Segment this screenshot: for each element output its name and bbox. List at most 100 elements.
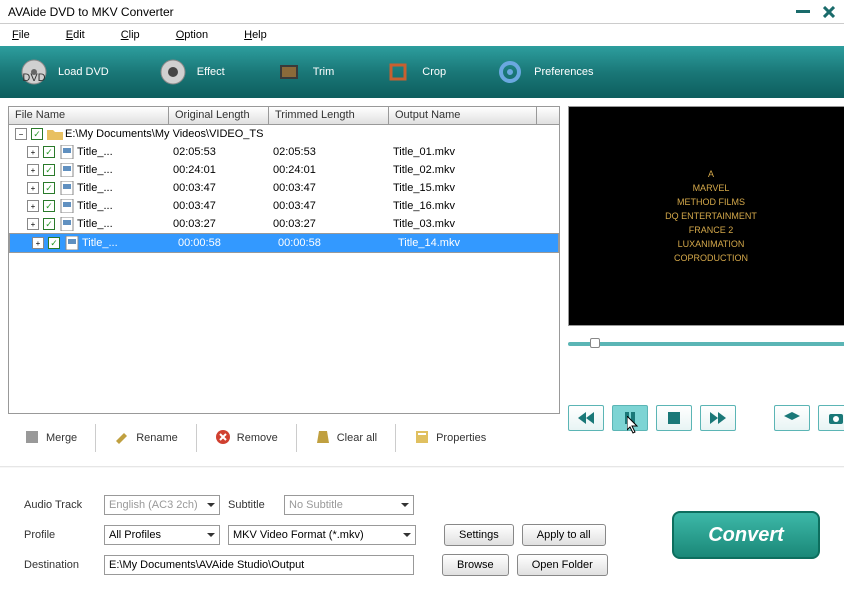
effect-button[interactable]: Effect <box>159 58 225 86</box>
output-name: Title_16.mkv <box>389 200 537 212</box>
action-bar: Merge Rename Remove Clear all Properties <box>8 422 560 454</box>
menu-file[interactable]: File <box>12 29 30 41</box>
orig-length: 02:05:53 <box>169 146 269 158</box>
file-grid: File Name Original Length Trimmed Length… <box>8 106 560 414</box>
col-filename[interactable]: File Name <box>9 107 169 124</box>
bottom-panel: Audio Track English (AC3 2ch) Subtitle N… <box>0 478 844 592</box>
audio-track-label: Audio Track <box>24 499 96 511</box>
file-row[interactable]: +✓Title_...00:03:2700:03:27Title_03.mkv <box>9 215 559 233</box>
profile-category-select[interactable]: All Profiles <box>104 525 220 545</box>
titlebar: AVAide DVD to MKV Converter <box>0 0 844 24</box>
effect-label: Effect <box>197 66 225 78</box>
action-label: Remove <box>237 432 278 444</box>
close-icon[interactable] <box>822 5 836 19</box>
file-row[interactable]: +✓Title_...00:00:5800:00:58Title_14.mkv <box>9 233 559 253</box>
seek-slider[interactable] <box>568 336 844 352</box>
load-dvd-label: Load DVD <box>58 66 109 78</box>
trim-button[interactable]: Trim <box>275 58 335 86</box>
profile-label: Profile <box>24 529 96 541</box>
video-file-icon <box>59 216 75 232</box>
open-folder-button[interactable]: Open Folder <box>517 554 608 576</box>
expand-icon[interactable]: + <box>27 218 39 230</box>
output-name: Title_01.mkv <box>389 146 537 158</box>
expand-icon[interactable]: + <box>27 200 39 212</box>
minimize-icon[interactable] <box>796 5 810 19</box>
crop-label: Crop <box>422 66 446 78</box>
profile-format-select[interactable]: MKV Video Format (*.mkv) <box>228 525 416 545</box>
checkbox[interactable]: ✓ <box>43 182 55 194</box>
convert-button[interactable]: Convert <box>672 511 820 559</box>
browse-button[interactable]: Browse <box>442 554 509 576</box>
next-button[interactable] <box>700 405 736 431</box>
rename-icon <box>114 429 130 448</box>
video-file-icon <box>59 162 75 178</box>
clear-button[interactable]: Clear all <box>301 425 391 452</box>
file-row[interactable]: +✓Title_...00:24:0100:24:01Title_02.mkv <box>9 161 559 179</box>
checkbox[interactable]: ✓ <box>43 146 55 158</box>
trim-icon <box>275 58 303 86</box>
preview-pane: AMARVELMETHOD FILMSDQ ENTERTAINMENTFRANC… <box>568 106 844 326</box>
folder-path: E:\My Documents\My Videos\VIDEO_TS <box>65 128 263 140</box>
checkbox[interactable]: ✓ <box>43 218 55 230</box>
merge-button[interactable]: Merge <box>10 425 91 452</box>
output-name: Title_14.mkv <box>394 237 542 249</box>
video-file-icon <box>64 235 80 251</box>
svg-text:DVD: DVD <box>22 72 45 84</box>
folder-row[interactable]: −✓ E:\My Documents\My Videos\VIDEO_TS <box>9 125 559 143</box>
checkbox[interactable]: ✓ <box>48 237 60 249</box>
preferences-button[interactable]: Preferences <box>496 58 593 86</box>
menu-clip[interactable]: Clip <box>121 29 140 41</box>
expand-icon[interactable]: + <box>27 164 39 176</box>
apply-to-all-button[interactable]: Apply to all <box>522 524 606 546</box>
action-label: Merge <box>46 432 77 444</box>
expand-icon[interactable]: + <box>27 182 39 194</box>
action-label: Rename <box>136 432 178 444</box>
trim-label: Trim <box>313 66 335 78</box>
file-row[interactable]: +✓Title_...00:03:4700:03:47Title_15.mkv <box>9 179 559 197</box>
checkbox[interactable]: ✓ <box>31 128 43 140</box>
destination-input[interactable] <box>104 555 414 575</box>
orig-length: 00:24:01 <box>169 164 269 176</box>
checkbox[interactable]: ✓ <box>43 164 55 176</box>
file-name: Title_... <box>77 182 113 194</box>
rename-button[interactable]: Rename <box>100 425 192 452</box>
trim-length: 00:00:58 <box>274 237 394 249</box>
dvd-icon: DVD <box>20 58 48 86</box>
props-button[interactable]: Properties <box>400 425 500 452</box>
file-row[interactable]: +✓Title_...02:05:5302:05:53Title_01.mkv <box>9 143 559 161</box>
expand-icon[interactable]: + <box>27 146 39 158</box>
expand-icon[interactable]: + <box>32 237 44 249</box>
output-name: Title_03.mkv <box>389 218 537 230</box>
seek-thumb[interactable] <box>590 338 600 348</box>
prev-button[interactable] <box>568 405 604 431</box>
action-label: Properties <box>436 432 486 444</box>
crop-button[interactable]: Crop <box>384 58 446 86</box>
snapshot-folder-button[interactable] <box>774 405 810 431</box>
folder-icon <box>47 126 63 142</box>
settings-button[interactable]: Settings <box>444 524 514 546</box>
col-trimlen[interactable]: Trimmed Length <box>269 107 389 124</box>
remove-button[interactable]: Remove <box>201 425 292 452</box>
menu-help[interactable]: Help <box>244 29 267 41</box>
menu-option[interactable]: Option <box>176 29 208 41</box>
output-name: Title_02.mkv <box>389 164 537 176</box>
col-origlen[interactable]: Original Length <box>169 107 269 124</box>
pause-button[interactable] <box>612 405 648 431</box>
subtitle-label: Subtitle <box>228 499 276 511</box>
snapshot-button[interactable] <box>818 405 844 431</box>
checkbox[interactable]: ✓ <box>43 200 55 212</box>
orig-length: 00:03:47 <box>169 200 269 212</box>
menu-edit[interactable]: Edit <box>66 29 85 41</box>
collapse-icon[interactable]: − <box>15 128 27 140</box>
clear-icon <box>315 429 331 448</box>
file-row[interactable]: +✓Title_...00:03:4700:03:47Title_16.mkv <box>9 197 559 215</box>
grid-header: File Name Original Length Trimmed Length… <box>9 107 559 125</box>
load-dvd-button[interactable]: DVD Load DVD <box>20 58 109 86</box>
audio-track-select[interactable]: English (AC3 2ch) <box>104 495 220 515</box>
video-file-icon <box>59 180 75 196</box>
col-output[interactable]: Output Name <box>389 107 537 124</box>
subtitle-select[interactable]: No Subtitle <box>284 495 414 515</box>
stop-button[interactable] <box>656 405 692 431</box>
merge-icon <box>24 429 40 448</box>
crop-icon <box>384 58 412 86</box>
